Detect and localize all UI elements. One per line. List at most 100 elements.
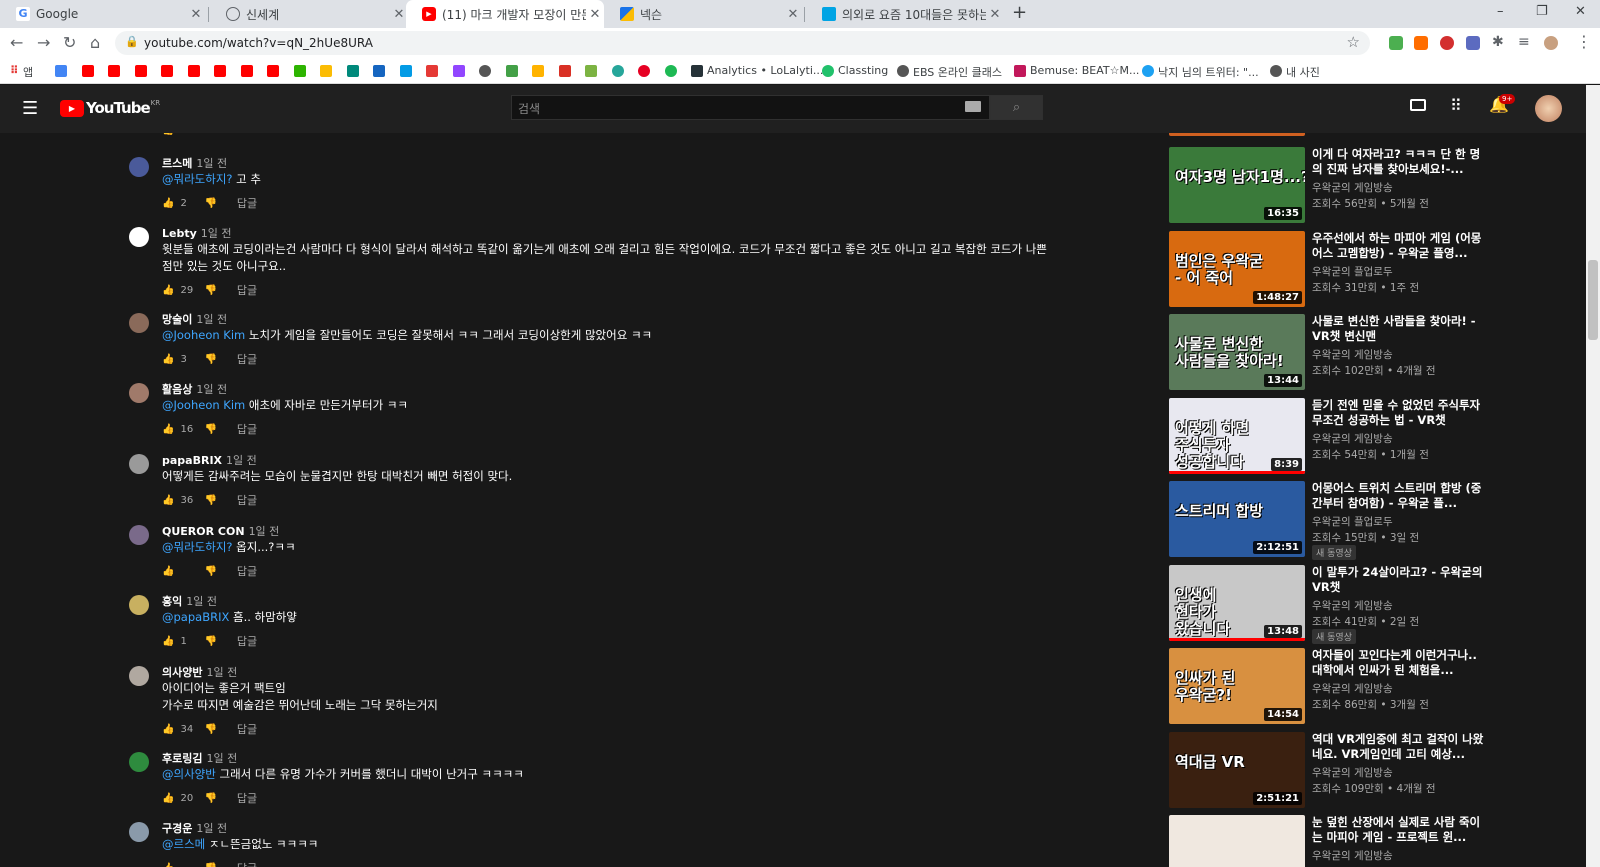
author-name[interactable]: 구경운 bbox=[162, 822, 192, 835]
scrollbar[interactable] bbox=[1586, 85, 1600, 867]
author-name[interactable]: 활음상 bbox=[162, 383, 192, 396]
comment-time[interactable]: 1일 전 bbox=[196, 822, 227, 835]
author-name[interactable]: papaBRIX bbox=[162, 454, 222, 467]
mention-link[interactable]: @의사양반 bbox=[162, 767, 216, 781]
comment-author[interactable]: 망술이 1일 전 bbox=[162, 311, 227, 327]
reply-button[interactable]: 답글 bbox=[237, 492, 257, 508]
like-icon[interactable]: 👍 bbox=[162, 198, 174, 209]
tab-google[interactable]: G Google ✕ bbox=[0, 0, 205, 28]
tab-shinsegae[interactable]: 신세계 ✕ bbox=[210, 0, 408, 28]
bookmark-ebs[interactable]: EBS 온라인 클래스 bbox=[913, 64, 1002, 80]
comment-author[interactable]: 르스메 1일 전 bbox=[162, 155, 227, 171]
video-title[interactable]: 이게 다 여자라고? ㅋㅋㅋ 단 한 명의 진짜 남자를 찾아보세요!-... bbox=[1312, 147, 1484, 177]
mention-link[interactable]: @뭐라도하지? bbox=[162, 540, 233, 554]
site-icon[interactable] bbox=[612, 65, 624, 77]
dislike-icon[interactable]: 👎 bbox=[204, 863, 216, 867]
comment-time[interactable]: 1일 전 bbox=[186, 595, 217, 608]
google-icon[interactable] bbox=[55, 65, 67, 77]
video-thumbnail[interactable]: 스트리머 합방 2:12:51 bbox=[1169, 481, 1305, 557]
mention-link[interactable]: @뭐라도하지? bbox=[162, 172, 233, 186]
comment-author[interactable]: 후로링김 1일 전 bbox=[162, 750, 237, 766]
lolalytics-icon[interactable] bbox=[691, 65, 703, 77]
comment-author[interactable]: 홍익 1일 전 bbox=[162, 593, 217, 609]
video-thumbnail[interactable]: 사물로 변신한 사람들을 찾아라! 13:44 bbox=[1169, 314, 1305, 390]
author-name[interactable]: 망술이 bbox=[162, 313, 192, 326]
avatar[interactable] bbox=[129, 525, 149, 545]
video-title[interactable]: 어몽어스 트위치 스트리머 합방 (중간부터 참여함) - 우왁굳 플... bbox=[1312, 481, 1484, 511]
media-icon[interactable]: ≡ bbox=[1518, 34, 1530, 50]
video-thumbnail[interactable]: 여자3명 남자1명...? 16:35 bbox=[1169, 147, 1305, 223]
bookmark-twitter[interactable]: 낙지 님의 트위터: "... bbox=[1158, 64, 1259, 80]
profile-avatar[interactable] bbox=[1544, 36, 1558, 50]
author-name[interactable]: 의사양반 bbox=[162, 666, 202, 679]
site-icon[interactable] bbox=[506, 65, 518, 77]
reply-button[interactable]: 답글 bbox=[237, 563, 257, 579]
video-thumbnail[interactable]: 어떻게 하면 주식투자 성공합니다 8:39 bbox=[1169, 398, 1305, 474]
site-icon[interactable] bbox=[585, 65, 597, 77]
like-icon[interactable]: 👍 bbox=[162, 424, 174, 435]
site-icon[interactable] bbox=[532, 65, 544, 77]
author-name[interactable]: 홍익 bbox=[162, 595, 182, 608]
bookmark-bemuse[interactable]: Bemuse: BEAT☆M... bbox=[1030, 64, 1139, 77]
comment-time[interactable]: 1일 전 bbox=[226, 454, 257, 467]
video-title[interactable]: 여자들이 꼬인다는게 이런거구나.. 대학에서 인싸가 된 체험을... bbox=[1312, 648, 1484, 678]
author-name[interactable]: 후로링김 bbox=[162, 752, 202, 765]
youtube-icon[interactable] bbox=[267, 65, 279, 77]
video-title[interactable]: 우주선에서 하는 마피아 게임 (어몽어스 고멤합방) - 우왁굳 플영... bbox=[1312, 231, 1484, 261]
pinterest-icon[interactable] bbox=[638, 65, 650, 77]
like-icon[interactable]: 👍 bbox=[162, 724, 174, 735]
youtube-icon[interactable] bbox=[108, 65, 120, 77]
extension-icon[interactable] bbox=[1466, 36, 1480, 50]
site-icon[interactable] bbox=[665, 65, 677, 77]
avatar[interactable] bbox=[129, 822, 149, 842]
avatar[interactable] bbox=[129, 752, 149, 772]
dislike-icon[interactable]: 👎 bbox=[204, 354, 216, 365]
avatar[interactable] bbox=[129, 313, 149, 333]
reply-button[interactable]: 답글 bbox=[237, 633, 257, 649]
comment-author[interactable]: QUEROR CON 1일 전 bbox=[162, 523, 279, 539]
mention-link[interactable]: @르스메 bbox=[162, 837, 205, 851]
puzzle-icon[interactable]: ✱ bbox=[1492, 34, 1504, 50]
reply-button[interactable]: 답글 bbox=[237, 421, 257, 437]
bemuse-icon[interactable] bbox=[1014, 65, 1026, 77]
channel-name[interactable]: 우왁굳의 플업로두 bbox=[1312, 264, 1393, 279]
comment-author[interactable]: Lebty 1일 전 bbox=[162, 225, 232, 241]
reply-button[interactable]: 답글 bbox=[237, 195, 257, 211]
comment-time[interactable]: 1일 전 bbox=[206, 666, 237, 679]
naver-icon[interactable] bbox=[294, 65, 306, 77]
avatar[interactable] bbox=[129, 157, 149, 177]
channel-name[interactable]: 우왁굳의 게임방송 bbox=[1312, 598, 1393, 613]
avatar[interactable] bbox=[129, 227, 149, 247]
video-title[interactable]: 이 말투가 24살이라고? - 우왁굳의 VR챗 bbox=[1312, 565, 1484, 595]
comment-time[interactable]: 1일 전 bbox=[196, 157, 227, 170]
video-title[interactable]: 듣기 전엔 믿을 수 없었던 주식투자 무조건 성공하는 법 - VR챗 bbox=[1312, 398, 1484, 428]
dislike-icon[interactable]: 👎 bbox=[204, 566, 216, 577]
site-icon[interactable] bbox=[479, 65, 491, 77]
channel-name[interactable]: 우왁굳의 게임방송 bbox=[1312, 431, 1393, 446]
dislike-icon[interactable]: 👎 bbox=[204, 724, 216, 735]
youtube-icon[interactable] bbox=[135, 65, 147, 77]
channel-name[interactable]: 우왁굳의 게임방송 bbox=[1312, 681, 1393, 696]
like-icon[interactable]: 👍 bbox=[162, 793, 174, 804]
reply-button[interactable]: 답글 bbox=[237, 351, 257, 367]
video-thumbnail[interactable] bbox=[1169, 815, 1305, 867]
channel-name[interactable]: 우왁굳의 게임방송 bbox=[1312, 347, 1393, 362]
mention-link[interactable]: @papaBRIX bbox=[162, 610, 229, 624]
channel-name[interactable]: 우왁굳의 게임방송 bbox=[1312, 180, 1393, 195]
search-button[interactable]: ⌕ bbox=[990, 95, 1043, 120]
menu-icon[interactable]: ⋮ bbox=[1576, 32, 1592, 51]
dislike-icon[interactable]: 👎 bbox=[204, 495, 216, 506]
site-icon[interactable] bbox=[347, 65, 359, 77]
author-name[interactable]: QUEROR CON bbox=[162, 525, 245, 538]
site-icon[interactable] bbox=[400, 65, 412, 77]
globe-icon[interactable] bbox=[897, 65, 909, 77]
home-icon[interactable]: ⌂ bbox=[90, 33, 100, 52]
dislike-icon[interactable]: 👎 bbox=[204, 198, 216, 209]
video-thumbnail[interactable]: 인생에 현타가 왔습니다 13:48 bbox=[1169, 565, 1305, 641]
video-thumbnail[interactable]: 인싸가 된 우왁굳?! 14:54 bbox=[1169, 648, 1305, 724]
comment-time[interactable]: 1일 전 bbox=[206, 752, 237, 765]
mention-link[interactable]: @Jooheon Kim bbox=[162, 398, 245, 412]
minimize-button[interactable]: – bbox=[1497, 4, 1504, 19]
tab-youtube[interactable]: ▶ (11) 마크 개발자 모장이 만든 m ✕ bbox=[406, 0, 604, 28]
bookmark-analytics[interactable]: Analytics • LoLalyti... bbox=[707, 64, 823, 77]
